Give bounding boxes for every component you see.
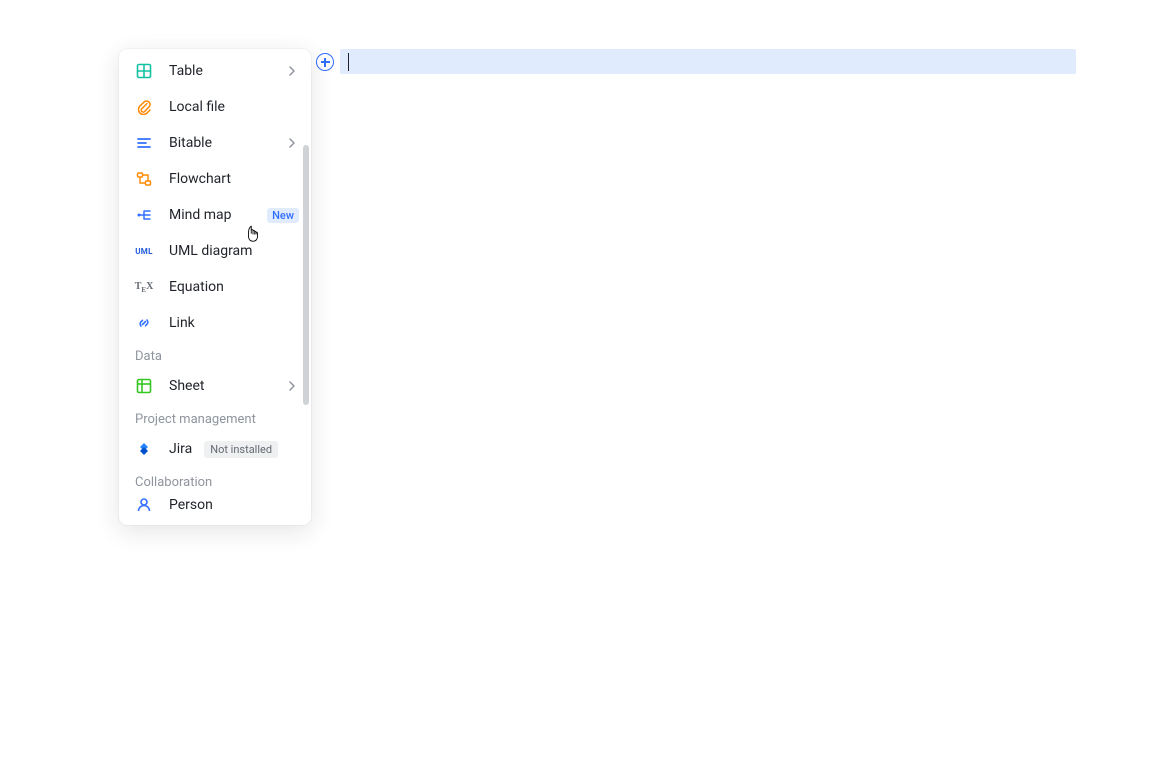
menu-item-link[interactable]: Link: [119, 305, 311, 341]
menu-item-label: Bitable: [169, 135, 269, 151]
new-badge: New: [267, 208, 299, 223]
menu-scrollbar[interactable]: [303, 145, 309, 405]
menu-item-label: Mind map: [169, 207, 261, 223]
link-icon: [135, 314, 153, 332]
menu-item-label: Flowchart: [169, 171, 299, 187]
menu-item-table[interactable]: Table: [119, 53, 311, 89]
menu-item-bitable[interactable]: Bitable: [119, 125, 311, 161]
menu-item-label: UML diagram: [169, 243, 299, 259]
menu-item-label: Jira: [169, 441, 192, 457]
not-installed-badge: Not installed: [204, 441, 278, 458]
tex-icon: TEX: [135, 278, 153, 296]
menu-item-label: Equation: [169, 279, 299, 295]
menu-item-uml-diagram[interactable]: UML UML diagram: [119, 233, 311, 269]
mindmap-icon: [135, 206, 153, 224]
person-icon: [135, 496, 153, 514]
jira-icon: [135, 440, 153, 458]
menu-item-flowchart[interactable]: Flowchart: [119, 161, 311, 197]
flowchart-icon: [135, 170, 153, 188]
menu-item-equation[interactable]: TEX Equation: [119, 269, 311, 305]
menu-item-label: Table: [169, 63, 269, 79]
table-icon: [135, 62, 153, 80]
menu-item-local-file[interactable]: Local file: [119, 89, 311, 125]
chevron-right-icon: [285, 64, 299, 78]
chevron-right-icon: [285, 136, 299, 150]
section-header-collab: Collaboration: [119, 467, 311, 494]
editor-line-input[interactable]: [340, 49, 1076, 74]
section-header-data: Data: [119, 341, 311, 368]
add-block-button[interactable]: [316, 53, 334, 71]
text-caret: [348, 53, 349, 71]
bitable-icon: [135, 134, 153, 152]
menu-item-label: Sheet: [169, 378, 269, 394]
menu-item-label: Person: [169, 497, 299, 513]
insert-block-menu: Table Local file Bitable: [119, 49, 311, 525]
menu-item-label: Local file: [169, 99, 299, 115]
menu-scroll-area: Table Local file Bitable: [119, 53, 311, 521]
uml-icon: UML: [135, 242, 153, 260]
menu-item-mind-map[interactable]: Mind map New: [119, 197, 311, 233]
menu-item-person[interactable]: Person: [119, 494, 311, 516]
section-header-project: Project management: [119, 404, 311, 431]
attachment-icon: [135, 98, 153, 116]
menu-item-label: Link: [169, 315, 299, 331]
chevron-right-icon: [285, 379, 299, 393]
sheet-icon: [135, 377, 153, 395]
menu-item-jira[interactable]: Jira Not installed: [119, 431, 311, 467]
menu-item-sheet[interactable]: Sheet: [119, 368, 311, 404]
